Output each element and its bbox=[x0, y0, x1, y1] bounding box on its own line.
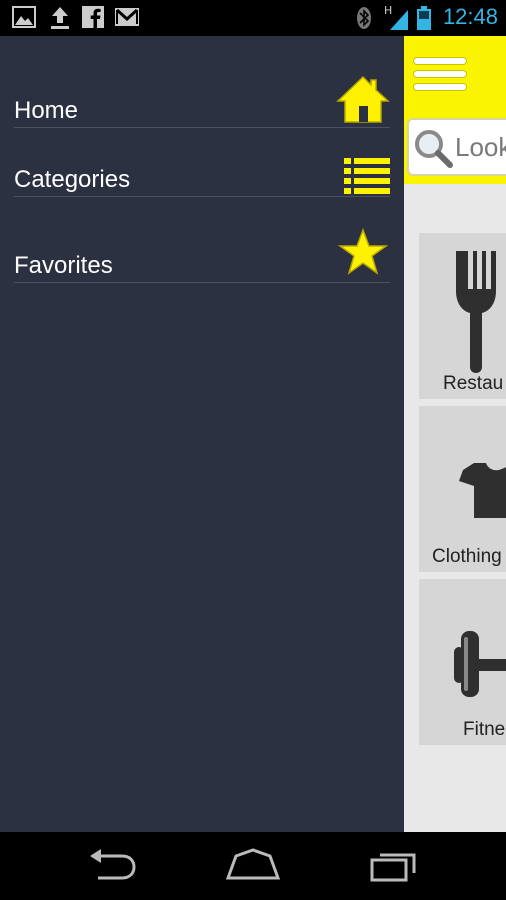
search-input[interactable] bbox=[455, 132, 506, 163]
menu-bar-icon bbox=[414, 71, 466, 77]
recent-apps-icon[interactable] bbox=[370, 848, 420, 882]
category-tile-restaurants[interactable]: Restau bbox=[419, 233, 506, 399]
search-box[interactable] bbox=[407, 118, 506, 176]
menu-bar-icon bbox=[414, 58, 466, 64]
fork-icon bbox=[456, 251, 496, 373]
menu-bar-icon bbox=[414, 84, 466, 90]
drawer-item-home[interactable]: Home bbox=[14, 72, 390, 128]
search-icon bbox=[415, 130, 453, 168]
drawer-item-label: Favorites bbox=[14, 252, 113, 279]
upload-icon bbox=[51, 7, 69, 29]
star-icon bbox=[338, 228, 388, 275]
main-content: Restau Clothing Fitne bbox=[404, 36, 506, 832]
home-nav-icon[interactable] bbox=[226, 848, 280, 882]
clock: 12:48 bbox=[442, 4, 498, 29]
gallery-icon bbox=[12, 6, 36, 28]
battery-icon bbox=[417, 6, 431, 30]
drawer-item-categories[interactable]: Categories bbox=[14, 142, 390, 197]
home-icon bbox=[336, 75, 390, 123]
dumbbell-icon bbox=[454, 631, 506, 697]
category-tile-clothing[interactable]: Clothing bbox=[419, 406, 506, 572]
drawer-item-label: Categories bbox=[14, 166, 131, 193]
facebook-icon bbox=[82, 6, 104, 28]
navigation-drawer: Home Categories Favorites bbox=[0, 36, 404, 832]
system-nav-bar bbox=[0, 832, 506, 900]
bluetooth-icon bbox=[357, 7, 371, 29]
drawer-item-favorites[interactable]: Favorites bbox=[14, 226, 390, 283]
list-icon bbox=[344, 158, 390, 194]
menu-button[interactable] bbox=[410, 50, 470, 98]
tshirt-icon bbox=[459, 463, 506, 518]
signal-h-icon bbox=[390, 10, 408, 30]
category-label: Clothing bbox=[432, 546, 502, 567]
status-bar: H 12:48 bbox=[0, 0, 506, 36]
back-icon[interactable] bbox=[88, 848, 138, 882]
gmail-icon bbox=[115, 8, 139, 26]
category-label: Restau bbox=[443, 373, 504, 394]
category-tile-fitness[interactable]: Fitne bbox=[419, 579, 506, 745]
drawer-item-label: Home bbox=[14, 97, 79, 124]
category-label: Fitne bbox=[463, 719, 506, 740]
app-header bbox=[404, 36, 506, 184]
